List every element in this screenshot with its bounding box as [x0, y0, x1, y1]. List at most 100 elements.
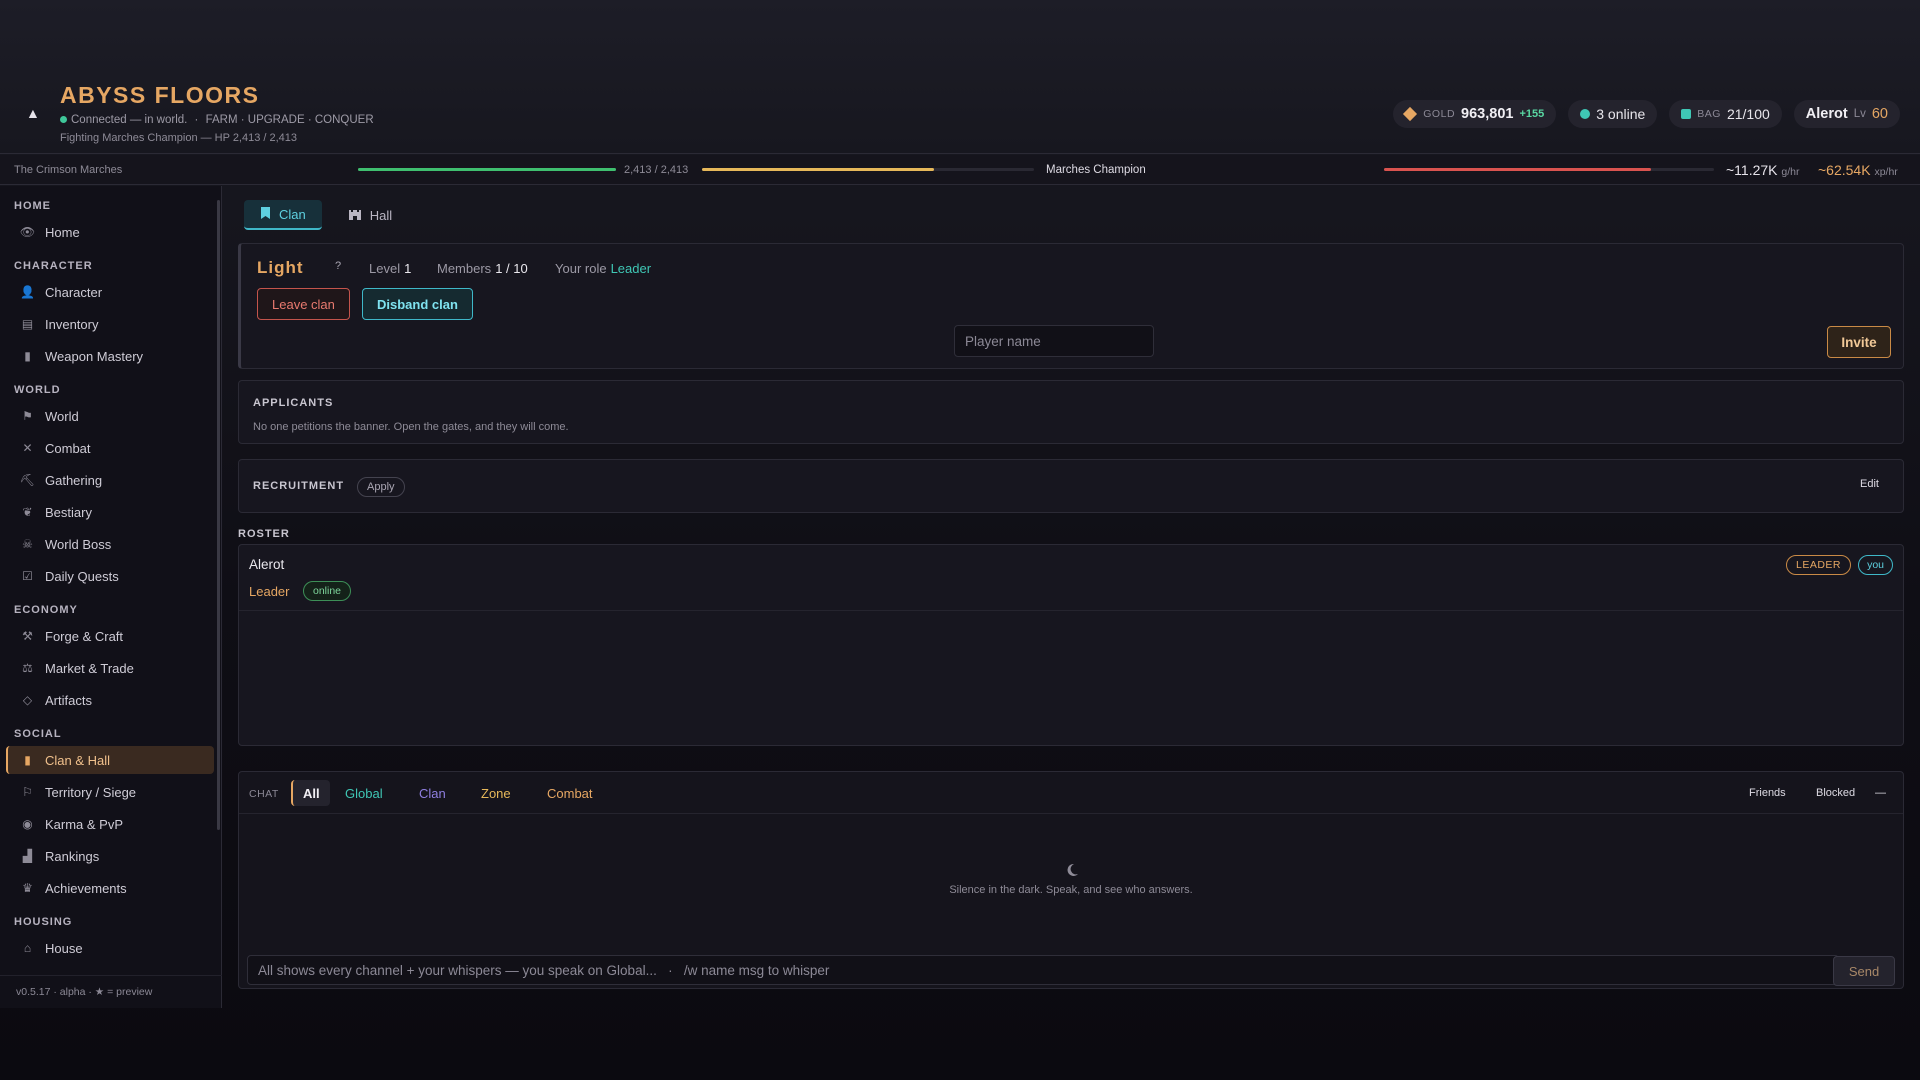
player-pill[interactable]: Alerot Lv 60	[1793, 100, 1900, 128]
applicants-panel: APPLICANTS No one petitions the banner. …	[238, 380, 1904, 444]
player-level: 60	[1871, 106, 1888, 122]
chat-tab-all[interactable]: All	[291, 780, 330, 806]
leave-clan-button[interactable]: Leave clan	[257, 288, 350, 320]
castle-icon	[348, 207, 362, 224]
eye-icon: 👁	[19, 225, 36, 239]
send-button[interactable]: Send	[1833, 956, 1895, 986]
bag-value: 21/100	[1726, 106, 1770, 122]
friends-button[interactable]: Friends	[1749, 787, 1786, 799]
xp-rate-unit: xp/hr	[1874, 166, 1898, 178]
online-pill[interactable]: 3 online	[1568, 100, 1658, 128]
sidebar-section-title: ECONOMY	[14, 604, 78, 616]
sidebar-item-label: Daily Quests	[45, 568, 119, 584]
tab-hall[interactable]: Hall	[332, 200, 408, 230]
clan-tabs: Clan Hall	[244, 200, 408, 230]
enemy-name: Marches Champion	[1046, 164, 1146, 176]
sidebar-item-character[interactable]: 👤 Character	[6, 278, 214, 306]
signpost-icon: ⚑	[22, 409, 33, 423]
disband-clan-button[interactable]: Disband clan	[362, 288, 473, 320]
sidebar-nav[interactable]: HOME 👁 Home CHARACTER 👤 Character ▤ Inventory ▮ W…	[0, 186, 216, 976]
top-header: ▲ ABYSS FLOORS Connected — in world. · F…	[0, 0, 1920, 154]
sidebar-item-home[interactable]: 👁 Home	[6, 218, 214, 246]
header-pills: GOLD 963,801 +155 3 online BAG 21/100 Al…	[1393, 100, 1900, 128]
sidebar-item-market-trade[interactable]: ⚖ Market & Trade	[6, 654, 214, 682]
chat-tab-global[interactable]: Global	[335, 780, 393, 806]
player-name: Alerot	[1805, 106, 1848, 122]
podium-icon: ▟	[22, 849, 33, 863]
member-role: Leader	[249, 584, 290, 599]
sidebar-item-label: Combat	[45, 440, 91, 456]
tab-clan[interactable]: Clan	[244, 200, 322, 230]
sidebar-item-gathering[interactable]: ⛏ Gathering	[6, 466, 214, 494]
sidebar-item-label: Character	[45, 284, 103, 300]
sidebar-section-title: HOUSING	[14, 916, 73, 928]
roster-title: ROSTER	[238, 528, 290, 540]
sidebar-item-label: Gathering	[45, 472, 103, 488]
enemy-hp-bar	[1384, 168, 1714, 171]
bookmark-icon	[260, 206, 271, 223]
sidebar-item-bestiary[interactable]: ❦ Bestiary	[6, 498, 214, 526]
bag-pill[interactable]: BAG 21/100	[1669, 100, 1782, 128]
stamina-fill	[702, 168, 935, 171]
sidebar-item-label: Rankings	[45, 848, 100, 864]
bookmark-icon: ▮	[24, 753, 31, 767]
gold-pill[interactable]: GOLD 963,801 +155	[1393, 100, 1557, 128]
sidebar-item-label: Forge & Craft	[45, 628, 124, 644]
main-content: Clan Hall Light ? Level 1 Members 1 / 10 Y…	[222, 186, 1920, 1008]
sidebar: HOME 👁 Home CHARACTER 👤 Character ▤ Inventory ▮ W…	[0, 186, 222, 1008]
gold-value: 963,801	[1461, 106, 1514, 122]
recruitment-edit-button[interactable]: Edit	[1860, 478, 1879, 490]
leader-badge: LEADER	[1785, 555, 1851, 575]
chat-panel: CHAT All Global Clan Zone Combat Friends Blo…	[238, 771, 1904, 989]
clan-overview-panel: Light ? Level 1 Members 1 / 10 Your role Le…	[238, 243, 1904, 369]
sidebar-scrollbar[interactable]	[217, 200, 220, 830]
flag-icon: ⚐	[22, 785, 33, 799]
tab-clan-label: Clan	[279, 206, 306, 222]
roster-member-row[interactable]: Alerot Leader online LEADER you	[239, 545, 1903, 611]
sidebar-item-karma-pvp[interactable]: ◉ Karma & PvP	[6, 810, 214, 838]
sidebar-item-world[interactable]: ⚑ World	[6, 402, 214, 430]
clan-level-value: 1	[404, 261, 412, 276]
sidebar-item-label: World Boss	[45, 536, 112, 552]
xp-rate: ~62.54K xp/hr	[1818, 162, 1898, 178]
clan-level: Level 1	[369, 261, 411, 276]
sidebar-item-inventory[interactable]: ▤ Inventory	[6, 310, 214, 338]
gold-diamond-icon	[1403, 106, 1418, 122]
sidebar-item-forge-craft[interactable]: ⚒ Forge & Craft	[6, 622, 214, 650]
bag-label: BAG	[1697, 108, 1721, 120]
xp-rate-value: ~62.54K	[1818, 162, 1871, 178]
level-label: Lv	[1853, 108, 1866, 120]
chat-tab-zone[interactable]: Zone	[471, 780, 521, 806]
sidebar-divider	[0, 975, 222, 976]
sidebar-item-house[interactable]: ⌂ House	[6, 934, 214, 962]
sidebar-item-label: Karma & PvP	[45, 816, 124, 832]
blocked-button[interactable]: Blocked	[1816, 787, 1855, 799]
chat-tab-clan[interactable]: Clan	[409, 780, 456, 806]
recruitment-mode-badge[interactable]: Apply	[357, 477, 405, 497]
online-status-badge: online	[303, 581, 352, 601]
player-name-input[interactable]	[954, 325, 1154, 357]
sidebar-item-artifacts[interactable]: ◇ Artifacts	[6, 686, 214, 714]
gold-gain: +155	[1519, 108, 1545, 120]
sidebar-item-territory-siege[interactable]: ⚐ Territory / Siege	[6, 778, 214, 806]
help-icon[interactable]: ?	[335, 260, 341, 272]
sidebar-item-weapon-mastery[interactable]: ▮ Weapon Mastery	[6, 342, 214, 370]
sidebar-item-daily-quests[interactable]: ☑ Daily Quests	[6, 562, 214, 590]
minimize-chat-button[interactable]: —	[1875, 787, 1886, 799]
trophy-icon: ♛	[22, 881, 33, 895]
collapse-triangle-icon[interactable]: ▲	[26, 106, 42, 120]
clan-role-label: Your role	[555, 261, 607, 276]
chat-message-input[interactable]	[247, 955, 1839, 985]
chat-tab-combat[interactable]: Combat	[537, 780, 603, 806]
invite-button[interactable]: Invite	[1827, 326, 1891, 358]
sidebar-item-label: Clan & Hall	[45, 752, 111, 768]
gold-rate-value: ~11.27K	[1726, 162, 1778, 178]
drop-icon: ◉	[22, 817, 33, 831]
sidebar-item-achievements[interactable]: ♛ Achievements	[6, 874, 214, 902]
clan-level-label: Level	[369, 261, 401, 276]
sidebar-item-world-boss[interactable]: ☠ World Boss	[6, 530, 214, 558]
sidebar-item-rankings[interactable]: ▟ Rankings	[6, 842, 214, 870]
online-dot-icon	[1580, 109, 1591, 119]
sidebar-item-clan-hall[interactable]: ▮ Clan & Hall	[6, 746, 214, 774]
sidebar-item-combat[interactable]: ✕ Combat	[6, 434, 214, 462]
